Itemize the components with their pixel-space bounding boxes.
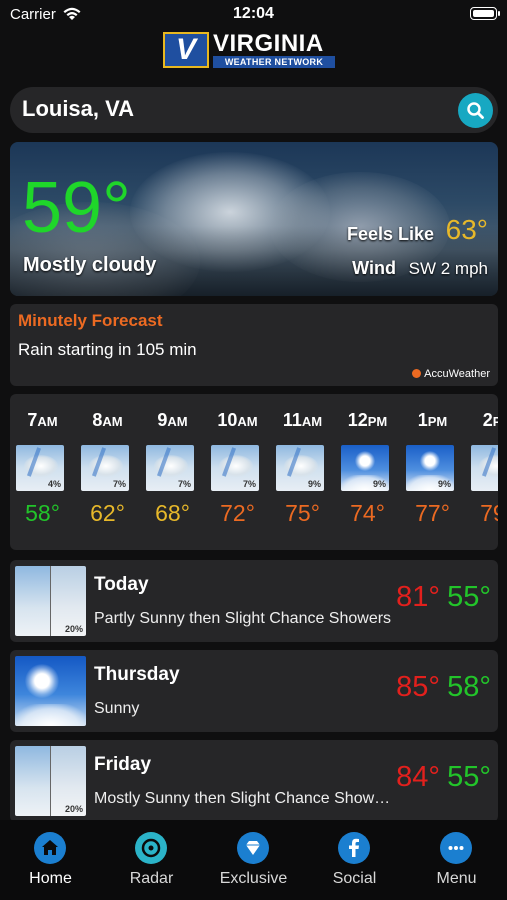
wind-label: Wind [352, 258, 396, 278]
cloudy-icon: 7% [81, 445, 129, 491]
precip-chance: 4% [47, 479, 61, 489]
minutely-title: Minutely Forecast [18, 311, 163, 330]
cloudy-icon: 7% [146, 445, 194, 491]
diamond-icon [237, 832, 269, 864]
current-condition: Mostly cloudy [23, 254, 157, 276]
hourly-item[interactable]: 1PM 9% 77° [400, 394, 465, 550]
logo-subtitle: WEATHER NETWORK [213, 56, 335, 68]
app-logo: V VIRGINIA WEATHER NETWORK [163, 30, 335, 68]
search-icon [467, 102, 484, 119]
precip-chance: 7% [242, 479, 256, 489]
partly-sunny-icon: 20% [15, 746, 86, 816]
day-name: Today [94, 574, 149, 595]
hour-temperature: 77° [415, 500, 450, 526]
precip-chance: 9% [307, 479, 321, 489]
hour-label: 1PM [417, 410, 448, 430]
logo-title: VIRGINIA [213, 30, 324, 57]
minutely-forecast-card[interactable]: Minutely Forecast Rain starting in 105 m… [10, 304, 498, 386]
high-temperature: 81° [396, 581, 440, 613]
day-description: Sunny [94, 700, 140, 717]
day-description: Mostly Sunny then Slight Chance Showers [94, 790, 394, 807]
tab-home[interactable]: Home [0, 820, 101, 900]
location-search-bar[interactable]: Louisa, VA [10, 87, 498, 133]
wind-value: SW 2 mph [408, 259, 488, 278]
hour-label: 10AM [217, 410, 258, 430]
hour-temperature: 74° [350, 500, 385, 526]
provider-credit: AccuWeather [412, 368, 490, 380]
high-temperature: 84° [396, 761, 440, 793]
precip-chance: 20% [64, 624, 83, 634]
precip-chance: 9% [372, 479, 386, 489]
tab-label: Home [29, 870, 72, 887]
hourly-item[interactable]: 9AM 7% 68° [140, 394, 205, 550]
minutely-text: Rain starting in 105 min [18, 340, 197, 359]
hourly-item[interactable]: 8AM 7% 62° [75, 394, 140, 550]
feels-like-label: Feels Like [346, 224, 434, 244]
accuweather-icon [412, 369, 422, 378]
hour-label: 11AM [282, 410, 323, 430]
hourly-item[interactable]: 11AM 9% 75° [270, 394, 335, 550]
hour-label: 8AM [92, 410, 123, 430]
hourly-forecast-strip[interactable]: 7AM 4% 58° 8AM 7% 62° 9AM 7% 68° 10AM 7% 72° 11AM 9% 7… [10, 394, 498, 550]
daily-row[interactable]: 20% Today Partly Sunny then Slight Chance … [10, 560, 498, 642]
tab-label: Exclusive [219, 870, 288, 887]
tab-label: Menu [436, 870, 477, 887]
status-bar: Carrier 12:04 [0, 0, 507, 30]
hour-temperature: 75° [285, 500, 320, 526]
tab-bar: Home Radar Exclusive Social Menu [0, 820, 507, 900]
low-temperature: 55° [447, 761, 491, 793]
daily-row[interactable]: Thursday Sunny 85° 58° [10, 650, 498, 732]
more-icon [440, 832, 472, 864]
hour-label: 2PM [482, 410, 498, 430]
battery-icon [470, 7, 500, 20]
partly-sunny-icon: 20% [15, 566, 86, 636]
hour-temperature: 72° [220, 500, 255, 526]
precip-chance: 7% [112, 479, 126, 489]
cloudy-icon [471, 445, 498, 491]
tab-exclusive[interactable]: Exclusive [203, 820, 304, 900]
radar-icon [135, 832, 167, 864]
hour-temperature: 79° [480, 500, 498, 526]
precip-chance: 7% [177, 479, 191, 489]
day-name: Friday [94, 754, 152, 775]
hour-temperature: 58° [25, 500, 60, 526]
sunny-icon: 9% [341, 445, 389, 491]
hourly-item[interactable]: 2PM 79° [465, 394, 498, 550]
cloudy-icon: 9% [276, 445, 324, 491]
hour-label: 9AM [157, 410, 188, 430]
clock: 12:04 [233, 5, 274, 22]
day-name: Thursday [94, 664, 180, 685]
precip-chance: 9% [437, 479, 451, 489]
hourly-item[interactable]: 7AM 4% 58° [10, 394, 75, 550]
home-icon [34, 832, 66, 864]
tab-radar[interactable]: Radar [101, 820, 202, 900]
search-button[interactable] [458, 93, 493, 128]
low-temperature: 55° [447, 581, 491, 613]
tab-label: Radar [129, 870, 174, 887]
hour-label: 7AM [27, 410, 58, 430]
facebook-icon [338, 832, 370, 864]
hour-label: 12PM [347, 410, 388, 430]
hour-temperature: 68° [155, 500, 190, 526]
precip-chance: 20% [64, 804, 83, 814]
location-input[interactable]: Louisa, VA [22, 96, 134, 122]
tab-social[interactable]: Social [304, 820, 405, 900]
hourly-item[interactable]: 12PM 9% 74° [335, 394, 400, 550]
high-temperature: 85° [396, 671, 440, 703]
logo-mark: V [163, 32, 209, 68]
low-temperature: 58° [447, 671, 491, 703]
current-conditions-card[interactable]: 59° Mostly cloudy Feels Like 63° Wind SW… [10, 142, 498, 296]
sunny-icon: 9% [406, 445, 454, 491]
current-temperature: 59° [22, 168, 131, 248]
day-description: Partly Sunny then Slight Chance Showers [94, 610, 392, 627]
tab-label: Social [332, 870, 377, 887]
daily-row[interactable]: 20% Friday Mostly Sunny then Slight Chance… [10, 740, 498, 822]
tab-menu[interactable]: Menu [406, 820, 507, 900]
cloudy-icon: 7% [211, 445, 259, 491]
hourly-item[interactable]: 10AM 7% 72° [205, 394, 270, 550]
hour-temperature: 62° [90, 500, 125, 526]
cloudy-icon: 4% [16, 445, 64, 491]
feels-like-value: 63° [445, 214, 488, 245]
sunny-icon [15, 656, 86, 726]
